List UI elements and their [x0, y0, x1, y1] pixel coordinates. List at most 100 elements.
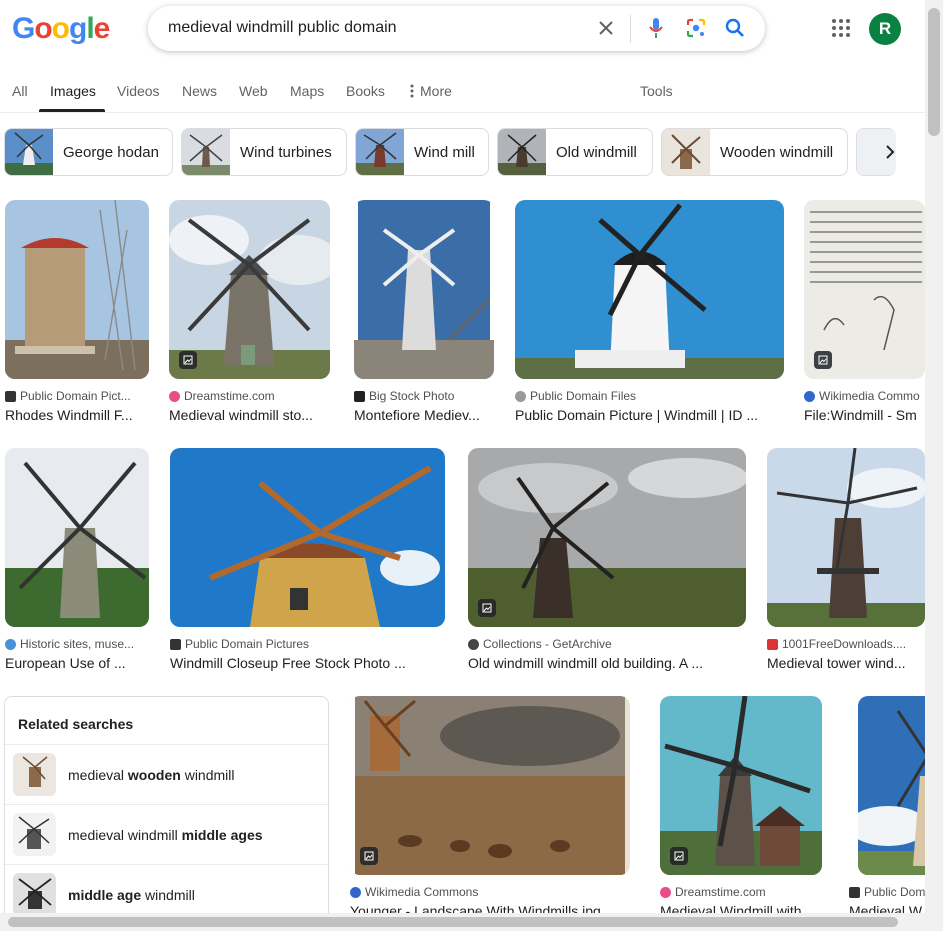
result-image[interactable] [767, 448, 925, 627]
image-result[interactable]: Wikimedia Commons Younger - Landscape Wi… [350, 696, 630, 924]
result-source[interactable]: Big Stock Photo [354, 389, 494, 403]
tab-books[interactable]: Books [346, 83, 385, 99]
tab-all[interactable]: All [12, 83, 28, 99]
favicon-icon [660, 886, 671, 898]
clear-icon[interactable] [595, 17, 617, 39]
result-source[interactable]: Public Domain Pictures [170, 637, 445, 651]
more-dots-icon [410, 84, 414, 98]
tab-more[interactable]: More [410, 83, 452, 99]
favicon-icon [170, 638, 181, 650]
scrollbar-thumb[interactable] [928, 8, 940, 136]
image-badge-icon [360, 847, 378, 865]
related-searches: Related searches medieval wooden windmil… [4, 696, 329, 931]
search-box[interactable]: medieval windmill public domain [148, 6, 765, 51]
result-image[interactable] [354, 200, 494, 379]
result-image[interactable] [5, 200, 149, 379]
google-logo[interactable]: Google [12, 12, 110, 46]
image-result[interactable]: Wikimedia Commo File:Windmill - Sm [804, 200, 925, 428]
tab-web[interactable]: Web [239, 83, 268, 99]
image-result[interactable]: Public Domain Pict... Rhodes Windmill F.… [5, 200, 149, 428]
favicon-icon [354, 390, 365, 402]
chip-wind-mill[interactable]: Wind mill [355, 128, 489, 176]
chip-wooden-windmill[interactable]: Wooden windmill [661, 128, 848, 176]
related-item[interactable]: medieval windmill middle ages [5, 804, 328, 864]
result-image[interactable] [350, 696, 630, 875]
image-result[interactable]: Public Dom Medieval W [849, 696, 925, 924]
result-title[interactable]: European Use of ... [5, 655, 149, 671]
result-source[interactable]: Dreamstime.com [660, 885, 822, 899]
result-source[interactable]: Wikimedia Commons [350, 885, 630, 899]
search-input[interactable]: medieval windmill public domain [168, 19, 397, 37]
result-source[interactable]: Collections - GetArchive [468, 637, 746, 651]
search-divider [630, 15, 631, 43]
result-image[interactable] [515, 200, 784, 379]
result-source[interactable]: Wikimedia Commo [804, 389, 925, 403]
tab-videos[interactable]: Videos [117, 83, 160, 99]
image-badge-icon [670, 847, 688, 865]
result-source[interactable]: 1001FreeDownloads.... [767, 637, 925, 651]
image-result[interactable]: Collections - GetArchive Old windmill wi… [468, 448, 746, 676]
result-source[interactable]: Dreamstime.com [169, 389, 330, 403]
result-title[interactable]: Public Domain Picture | Windmill | ID ..… [515, 407, 775, 423]
result-title[interactable]: Windmill Closeup Free Stock Photo ... [170, 655, 445, 671]
result-source[interactable]: Public Domain Pict... [5, 389, 149, 403]
favicon-icon [169, 390, 180, 402]
apps-icon[interactable] [830, 17, 852, 39]
favicon-icon [804, 390, 815, 402]
result-title[interactable]: Montefiore Mediev... [354, 407, 494, 423]
related-heading: Related searches [18, 716, 134, 732]
image-result[interactable]: Dreamstime.com Medieval Windmill with [660, 696, 822, 924]
chip-wind-turbines[interactable]: Wind turbines [181, 128, 347, 176]
result-image[interactable] [468, 448, 746, 627]
related-item[interactable]: medieval wooden windmill [5, 744, 328, 804]
active-tab-indicator [39, 109, 105, 112]
favicon-icon [350, 886, 361, 898]
favicon-icon [468, 638, 479, 650]
tab-images[interactable]: Images [50, 83, 96, 99]
result-image[interactable] [170, 448, 445, 627]
chip-george-hodan[interactable]: George hodan [4, 128, 173, 176]
image-result[interactable]: Historic sites, muse... European Use of … [5, 448, 149, 676]
favicon-icon [767, 638, 778, 650]
chip-thumbnail [356, 129, 404, 175]
favicon-icon [5, 390, 16, 402]
result-title[interactable]: Medieval windmill sto... [169, 407, 330, 423]
chevron-right-icon[interactable] [876, 138, 904, 166]
chip-thumbnail [182, 129, 230, 175]
chip-thumbnail [5, 129, 53, 175]
image-badge-icon [179, 351, 197, 369]
image-result[interactable]: Dreamstime.com Medieval windmill sto... [169, 200, 330, 428]
result-title[interactable]: Medieval tower wind... [767, 655, 917, 671]
favicon-icon [849, 886, 860, 898]
result-image[interactable] [5, 448, 149, 627]
image-result[interactable]: Public Domain Files Public Domain Pictur… [515, 200, 784, 428]
avatar[interactable]: R [869, 13, 901, 45]
result-title[interactable]: Rhodes Windmill F... [5, 407, 149, 423]
refinement-chips: George hodan Wind turbines Wind mill Old… [0, 128, 925, 176]
scrollbar-thumb[interactable] [8, 917, 898, 927]
mic-icon[interactable] [645, 17, 667, 39]
tab-news[interactable]: News [182, 83, 217, 99]
result-source[interactable]: Historic sites, muse... [5, 637, 149, 651]
chip-old-windmill[interactable]: Old windmill [497, 128, 653, 176]
favicon-icon [5, 638, 16, 650]
result-image[interactable] [858, 696, 925, 875]
lens-icon[interactable] [685, 17, 707, 39]
image-result[interactable]: 1001FreeDownloads.... Medieval tower win… [767, 448, 925, 676]
result-source[interactable]: Public Dom [849, 885, 925, 899]
tools-button[interactable]: Tools [640, 83, 673, 99]
tab-maps[interactable]: Maps [290, 83, 324, 99]
vertical-scrollbar[interactable] [925, 0, 943, 931]
image-result[interactable]: Public Domain Pictures Windmill Closeup … [170, 448, 445, 676]
result-title[interactable]: Old windmill windmill old building. A ..… [468, 655, 718, 671]
image-result[interactable]: Big Stock Photo Montefiore Mediev... [354, 200, 494, 428]
related-thumbnail [13, 813, 56, 856]
header: Google medieval windmill public domain R [0, 0, 943, 60]
result-title[interactable]: File:Windmill - Sm [804, 407, 925, 423]
result-source[interactable]: Public Domain Files [515, 389, 784, 403]
search-icon[interactable] [724, 17, 746, 39]
horizontal-scrollbar[interactable] [0, 913, 925, 931]
related-thumbnail [13, 753, 56, 796]
tab-more-label: More [420, 83, 452, 99]
chip-thumbnail [498, 129, 546, 175]
